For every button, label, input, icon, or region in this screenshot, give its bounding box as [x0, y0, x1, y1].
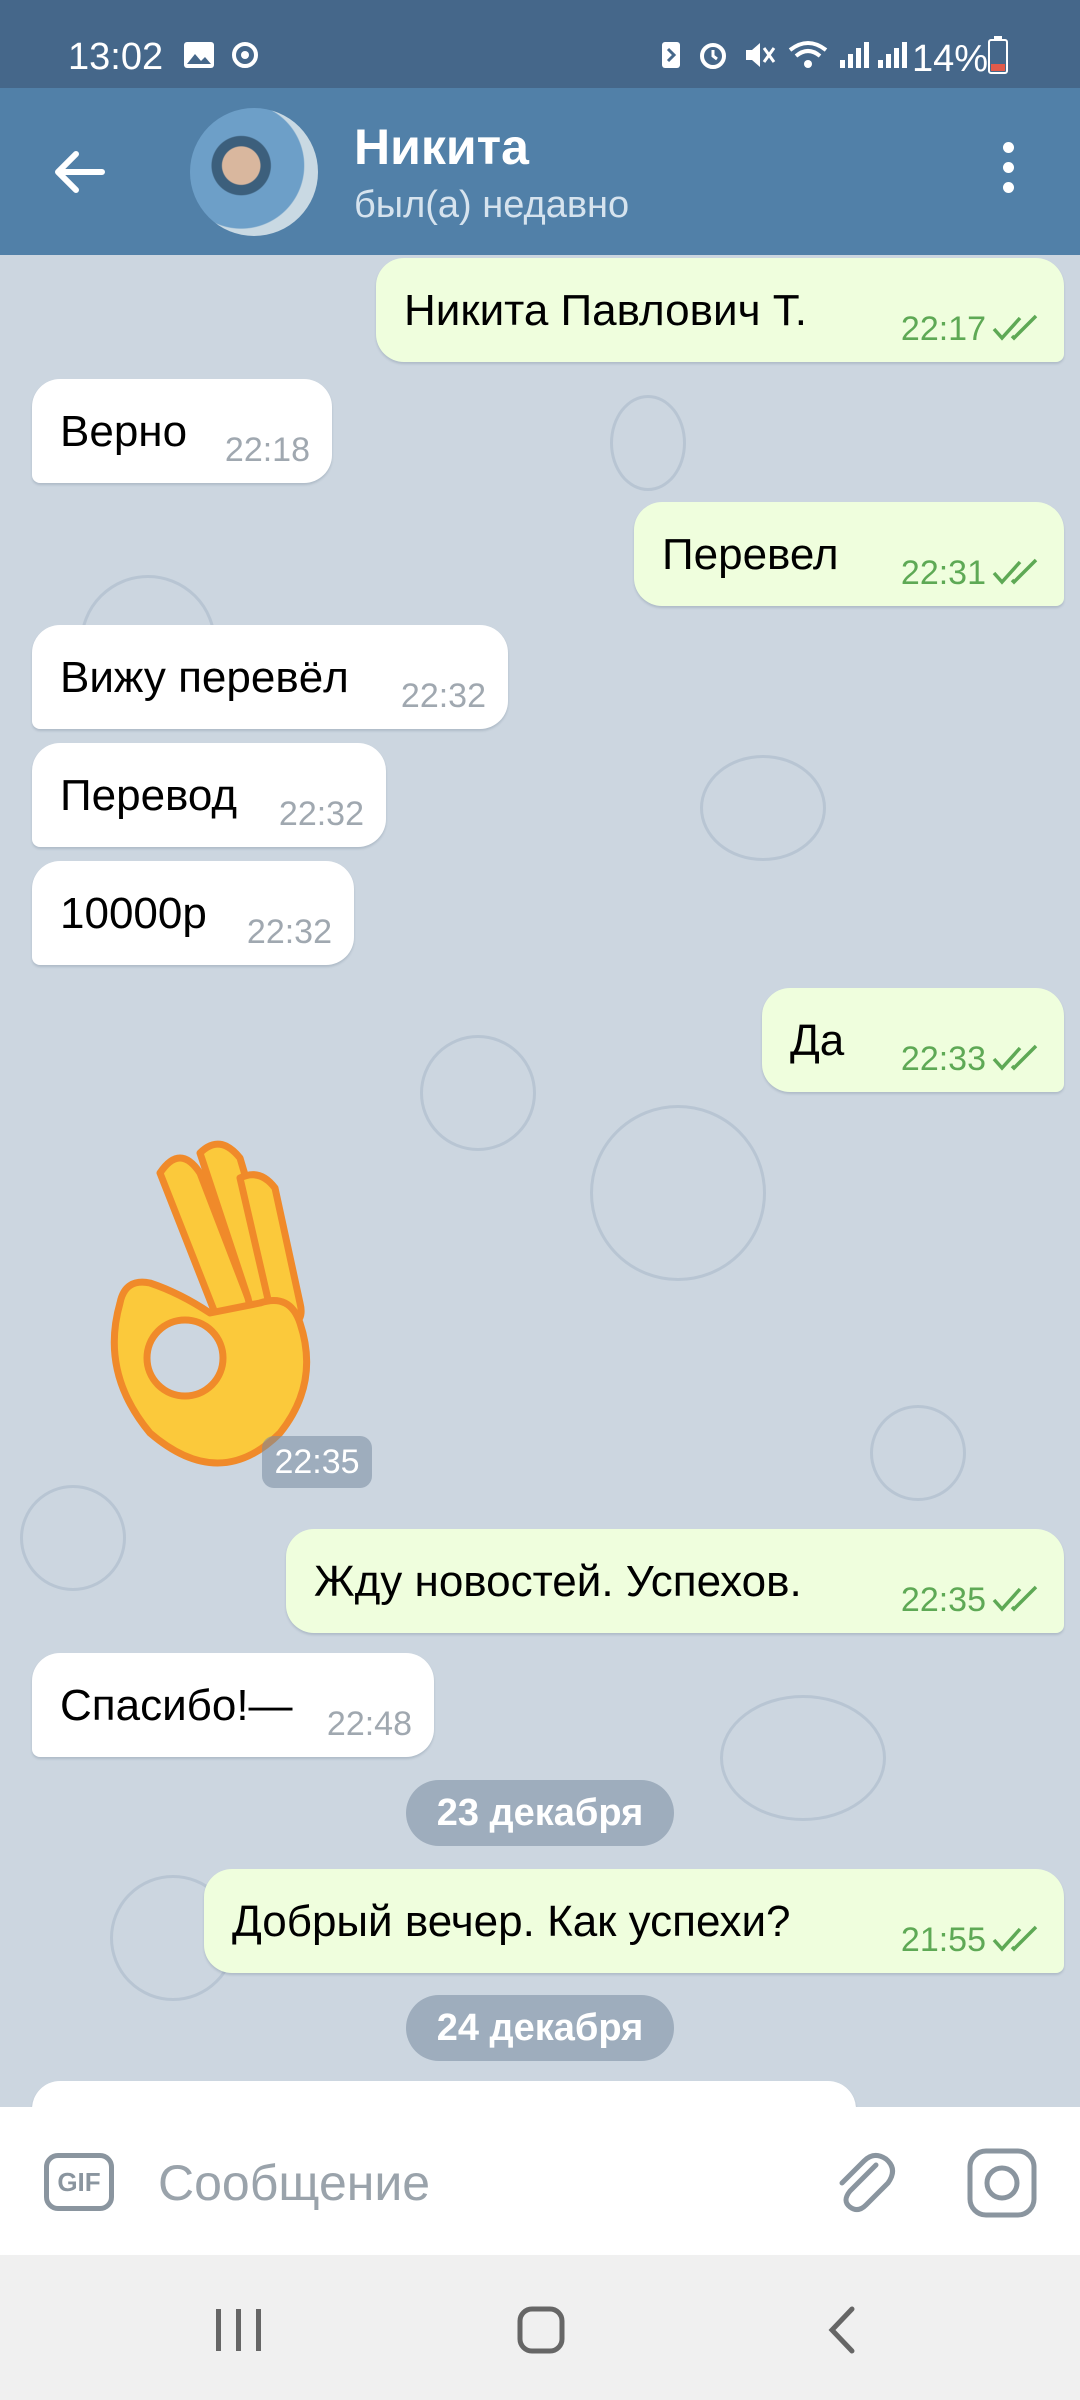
back-nav-icon[interactable]	[808, 2295, 878, 2365]
sync-icon	[232, 42, 258, 68]
contact-last-seen: был(а) недавно	[354, 184, 630, 226]
status-time: 13:02	[68, 36, 164, 78]
message-text: Верно	[60, 407, 188, 456]
date-separator: 23 декабря	[406, 1780, 674, 1846]
back-arrow-icon[interactable]	[40, 132, 120, 212]
message-bubble-incoming[interactable]: 10000р 22:32	[32, 861, 354, 965]
message-bubble-incoming[interactable]: Перевод 22:32	[32, 743, 386, 847]
more-options-icon[interactable]	[990, 142, 1026, 202]
mute-icon	[746, 43, 776, 67]
ok-hand-sticker[interactable]	[100, 1133, 320, 1473]
message-text: Добрый вечер. Как успехи?	[232, 1897, 791, 1946]
wallpaper-doodle	[590, 1105, 766, 1281]
signal-icon	[840, 42, 869, 68]
battery-icon	[988, 36, 1008, 74]
wallpaper-doodle	[870, 1405, 966, 1501]
wallpaper-doodle	[20, 1485, 126, 1591]
message-time: 22:31	[900, 554, 986, 592]
message-input[interactable]	[156, 2137, 800, 2229]
message-time: 22:17	[900, 310, 986, 348]
chat-header: Никита был(а) недавно	[0, 88, 1080, 255]
message-time: 22:32	[278, 795, 364, 833]
paperclip-icon[interactable]	[828, 2147, 898, 2217]
home-icon[interactable]	[506, 2295, 576, 2365]
chat-messages[interactable]: Никита Павлович Т. 22:17 Верно 22:18 Пер…	[0, 255, 1080, 2107]
message-composer: GIF	[0, 2107, 1080, 2255]
battery-saver-icon	[662, 42, 680, 68]
double-check-icon	[992, 558, 1038, 585]
wallpaper-doodle	[420, 1035, 536, 1151]
camera-icon[interactable]	[966, 2147, 1038, 2219]
status-bar: 13:02 14%	[0, 0, 1080, 88]
battery-level: 14%	[912, 38, 989, 80]
wallpaper-doodle	[610, 395, 686, 491]
message-text: Да	[790, 1016, 845, 1065]
double-check-icon	[992, 1925, 1038, 1952]
message-time: 22:35	[262, 1436, 372, 1488]
message-bubble-outgoing[interactable]: Никита Павлович Т. 22:17	[376, 258, 1064, 362]
system-navigation-bar	[0, 2255, 1080, 2400]
message-bubble-outgoing[interactable]: Да 22:33	[762, 988, 1064, 1092]
message-time: 22:32	[246, 913, 332, 951]
double-check-icon	[992, 1585, 1038, 1612]
message-text: Перевел	[662, 530, 839, 579]
wallpaper-doodle	[720, 1695, 886, 1821]
message-bubble-incoming[interactable]: Вижу перевёл 22:32	[32, 625, 508, 729]
message-time: 22:33	[900, 1040, 986, 1078]
message-text: Вижу перевёл	[60, 653, 349, 702]
date-separator: 24 декабря	[406, 1995, 674, 2061]
message-bubble-incoming[interactable]	[32, 2081, 856, 2107]
message-time: 21:55	[900, 1921, 986, 1959]
message-text: 10000р	[60, 889, 207, 938]
image-icon	[184, 42, 214, 68]
gif-button[interactable]: GIF	[44, 2153, 114, 2211]
message-time: 22:18	[224, 431, 310, 469]
message-text: Перевод	[60, 771, 238, 820]
double-check-icon	[992, 314, 1038, 341]
message-time: 22:35	[900, 1581, 986, 1619]
contact-avatar[interactable]	[190, 108, 318, 236]
message-time: 22:48	[326, 1705, 412, 1743]
recent-apps-icon[interactable]	[204, 2295, 274, 2365]
message-bubble-outgoing[interactable]: Перевел 22:31	[634, 502, 1064, 606]
message-time: 22:32	[400, 677, 486, 715]
message-bubble-incoming[interactable]: Верно 22:18	[32, 379, 332, 483]
wallpaper-doodle	[700, 755, 826, 861]
message-bubble-incoming[interactable]: Спасибо!— 22:48	[32, 1653, 434, 1757]
message-text: Спасибо!—	[60, 1681, 293, 1730]
double-check-icon	[992, 1044, 1038, 1071]
alarm-icon	[700, 43, 726, 69]
wifi-icon	[788, 41, 828, 68]
signal-icon	[878, 42, 907, 68]
message-bubble-outgoing[interactable]: Жду новостей. Успехов. 22:35	[286, 1529, 1064, 1633]
message-text: Никита Павлович Т.	[404, 286, 807, 335]
message-text: Жду новостей. Успехов.	[314, 1557, 802, 1606]
contact-name[interactable]: Никита	[354, 118, 529, 176]
message-bubble-outgoing[interactable]: Добрый вечер. Как успехи? 21:55	[204, 1869, 1064, 1973]
